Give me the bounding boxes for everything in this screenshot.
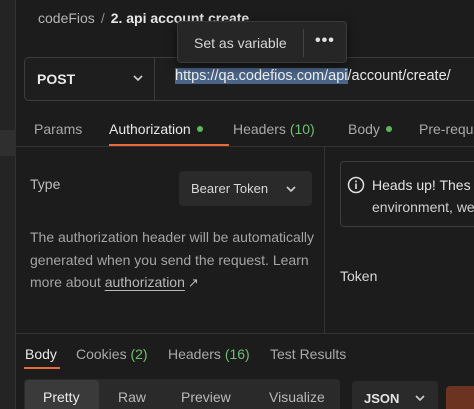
- tabs-divider: [16, 146, 474, 147]
- panel-divider: [324, 147, 325, 333]
- info-banner: Heads up! Thes environment, we: [340, 161, 474, 227]
- tab-body-label: Body: [348, 121, 380, 137]
- tab-authorization-label: Authorization: [109, 121, 191, 137]
- url-input[interactable]: https://qa.codefios.com/api/account/crea…: [175, 68, 451, 84]
- tab-authorization[interactable]: Authorization: [109, 121, 203, 137]
- external-link-icon[interactable]: ↗: [188, 275, 199, 290]
- authorization-docs-link[interactable]: authorization: [105, 274, 185, 290]
- tab-headers-count: (10): [289, 121, 315, 137]
- more-options-icon[interactable]: •••: [315, 32, 335, 50]
- url-remaining-text: /account/create/: [347, 68, 451, 84]
- method-selector[interactable]: POST: [25, 58, 155, 100]
- active-response-tab-indicator: [24, 367, 60, 369]
- auth-description: The authorization header will be automat…: [30, 226, 320, 295]
- breadcrumb-workspace[interactable]: codeFios: [38, 10, 95, 26]
- response-format-value: JSON: [364, 391, 400, 406]
- response-format-dropdown[interactable]: JSON: [352, 381, 438, 409]
- response-tab-headers-label: Headers: [168, 346, 221, 362]
- tab-body[interactable]: Body: [348, 121, 392, 137]
- auth-type-dropdown[interactable]: Bearer Token: [179, 171, 312, 206]
- response-view-toggle: Pretty Raw Preview Visualize: [24, 379, 340, 409]
- set-as-variable-button[interactable]: Set as variable: [194, 35, 287, 51]
- view-raw[interactable]: Raw: [118, 389, 146, 405]
- view-visualize[interactable]: Visualize: [269, 389, 325, 405]
- chevron-down-icon: [286, 186, 296, 193]
- request-tabs: Params Authorization Headers (10) Body P…: [24, 118, 474, 148]
- chevron-down-icon: [133, 75, 143, 82]
- response-tab-cookies-label: Cookies: [76, 346, 127, 362]
- token-label: Token: [340, 268, 378, 284]
- response-tab-headers[interactable]: Headers (16): [168, 346, 250, 362]
- partial-action-button[interactable]: [446, 386, 474, 409]
- auth-type-label: Type: [30, 176, 61, 192]
- tab-headers[interactable]: Headers (10): [233, 121, 315, 137]
- tab-pre-request[interactable]: Pre-requ: [419, 121, 473, 137]
- info-icon: [347, 176, 365, 194]
- info-banner-line-2: environment, we: [372, 199, 474, 215]
- response-divider: [16, 333, 474, 334]
- info-banner-line-1: Heads up! Thes: [372, 177, 471, 193]
- method-label: POST: [37, 71, 76, 87]
- view-preview[interactable]: Preview: [181, 389, 231, 405]
- tab-params[interactable]: Params: [34, 121, 82, 137]
- selection-popover: Set as variable •••: [177, 21, 347, 63]
- view-pretty[interactable]: Pretty: [43, 389, 80, 405]
- status-dot-icon: [196, 126, 203, 133]
- response-tab-test-results[interactable]: Test Results: [270, 346, 346, 362]
- response-tab-cookies-count: (2): [130, 346, 148, 362]
- response-tab-headers-count: (16): [224, 346, 250, 362]
- url-selected-text: https://qa.codefios.com/api: [175, 68, 348, 84]
- sidebar-marker: [0, 130, 16, 156]
- left-sidebar-strip: [0, 0, 16, 409]
- response-tab-body[interactable]: Body: [25, 346, 57, 362]
- status-dot-icon: [385, 126, 392, 133]
- breadcrumb-separator: /: [100, 10, 105, 26]
- popover-divider: [303, 29, 304, 57]
- auth-type-value: Bearer Token: [191, 181, 269, 196]
- request-url-bar: POST https://qa.codefios.com/api/account…: [24, 57, 474, 101]
- chevron-down-icon: [415, 395, 425, 402]
- tab-headers-label: Headers: [233, 121, 286, 137]
- response-tab-cookies[interactable]: Cookies (2): [76, 346, 148, 362]
